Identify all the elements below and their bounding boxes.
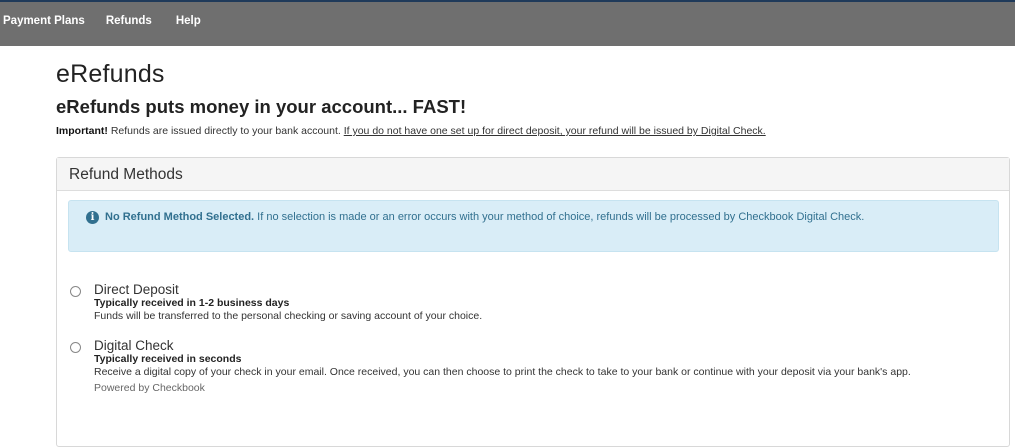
- important-notice: Important! Refunds are issued directly t…: [56, 125, 766, 137]
- alert-body-text: If no selection is made or an error occu…: [254, 211, 865, 223]
- important-text: Refunds are issued directly to your bank…: [107, 125, 344, 137]
- top-nav-bar: Payment Plans Refunds Help: [0, 0, 1015, 46]
- alert-message: No Refund Method Selected. If no selecti…: [105, 210, 975, 225]
- powered-by-text: Powered by Checkbook: [94, 382, 205, 394]
- option-description: Receive a digital copy of your check in …: [94, 366, 911, 378]
- page-subtitle: eRefunds puts money in your account... F…: [56, 96, 467, 117]
- direct-deposit-body: Direct Deposit Typically received in 1-2…: [94, 282, 984, 323]
- page-title: eRefunds: [56, 60, 165, 88]
- direct-deposit-note: If you do not have one set up for direct…: [343, 125, 766, 137]
- refund-methods-panel: Refund Methods i No Refund Method Select…: [56, 157, 1010, 447]
- digital-check-radio[interactable]: [70, 342, 81, 353]
- panel-heading: Refund Methods: [57, 158, 1009, 191]
- nav-item-help[interactable]: Help: [176, 15, 201, 27]
- option-title: Direct Deposit: [94, 282, 179, 297]
- no-method-alert: i No Refund Method Selected. If no selec…: [68, 200, 999, 252]
- alert-strong-text: No Refund Method Selected.: [105, 211, 255, 223]
- info-icon: i: [86, 211, 99, 224]
- digital-check-body: Digital Check Typically received in seco…: [94, 338, 984, 395]
- important-label: Important!: [56, 125, 108, 137]
- nav-item-payment-plans[interactable]: Payment Plans: [3, 15, 85, 27]
- main-nav: Payment Plans Refunds Help: [3, 15, 201, 27]
- option-speed: Typically received in seconds: [94, 353, 242, 365]
- direct-deposit-radio[interactable]: [70, 286, 81, 297]
- option-speed: Typically received in 1-2 business days: [94, 297, 290, 309]
- option-description: Funds will be transferred to the persona…: [94, 310, 483, 322]
- nav-item-refunds[interactable]: Refunds: [106, 15, 152, 27]
- option-title: Digital Check: [94, 338, 174, 353]
